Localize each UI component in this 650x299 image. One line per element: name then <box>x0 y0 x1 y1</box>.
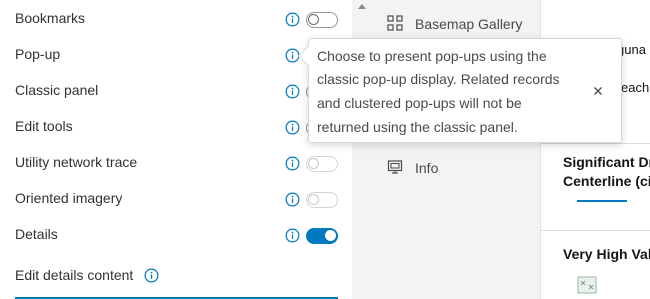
info-icon[interactable] <box>144 268 159 283</box>
info-icon[interactable] <box>285 228 300 243</box>
info-icon[interactable] <box>285 12 300 27</box>
edit-details-content-label: Edit details content <box>15 267 134 283</box>
toggle-knob <box>325 230 336 241</box>
close-icon[interactable] <box>592 85 604 97</box>
oriented-imagery-toggle[interactable] <box>306 192 338 208</box>
setting-label: Bookmarks <box>15 10 86 26</box>
content-divider <box>541 230 650 231</box>
nav-item-info[interactable]: Info <box>370 146 540 188</box>
content-text-fragment: each <box>621 80 650 95</box>
setting-label: Details <box>15 226 58 242</box>
tooltip-text-line: classic pop-up display. Related records <box>317 71 560 87</box>
content-divider <box>541 143 650 144</box>
content-item-title[interactable]: Very High Val <box>563 246 650 262</box>
setting-label: Utility network trace <box>15 154 138 170</box>
setting-row-oriented-imagery: Oriented imagery <box>0 181 348 217</box>
utility-network-trace-toggle[interactable] <box>306 156 338 172</box>
setting-row-utility-network-trace: Utility network trace <box>0 145 348 181</box>
content-item-underline <box>577 200 627 202</box>
toggle-knob <box>308 194 319 205</box>
setting-label: Oriented imagery <box>15 190 123 206</box>
grid-icon <box>387 15 403 31</box>
setting-row-classic-panel: Classic panel <box>0 73 348 109</box>
setting-row-details: Details <box>0 217 348 253</box>
toggle-knob <box>308 158 319 169</box>
nav-item-label: Info <box>415 160 439 176</box>
tooltip-text-line: returned using the classic panel. <box>317 119 518 135</box>
setting-label: Classic panel <box>15 82 99 98</box>
setting-row-popup: Pop-up <box>0 37 348 73</box>
toggle-knob <box>308 14 319 25</box>
info-icon[interactable] <box>285 192 300 207</box>
nav-item-label: Basemap Gallery <box>415 16 523 32</box>
setting-row-bookmarks: Bookmarks <box>0 1 348 37</box>
info-icon[interactable] <box>285 156 300 171</box>
settings-panel: Bookmarks Pop-up Classic panel Edit tool… <box>0 0 348 299</box>
setting-label: Edit tools <box>15 118 73 134</box>
popup-tooltip: Choose to present pop-ups using the clas… <box>298 38 622 143</box>
map-symbol-icon <box>577 276 597 294</box>
details-toggle[interactable] <box>306 228 338 244</box>
setting-row-edit-tools: Edit tools <box>0 109 348 145</box>
tooltip-text-line: and clustered pop-ups will not be <box>317 95 522 111</box>
content-item-title[interactable]: Significant Dr <box>563 154 650 170</box>
content-item-title[interactable]: Centerline (cit <box>563 173 650 189</box>
info-panel-icon <box>387 160 403 174</box>
scroll-up-arrow-icon[interactable] <box>358 4 366 9</box>
info-icon[interactable] <box>285 84 300 99</box>
setting-label: Pop-up <box>15 46 61 62</box>
tooltip-text-line: Choose to present pop-ups using the <box>317 48 547 64</box>
info-icon[interactable] <box>285 120 300 135</box>
bookmarks-toggle[interactable] <box>306 12 338 28</box>
